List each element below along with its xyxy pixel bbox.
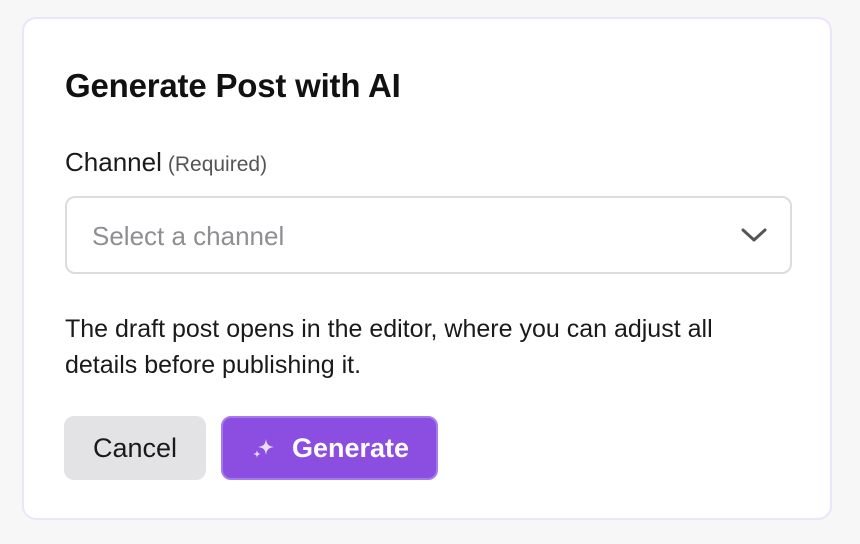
chevron-down-icon — [741, 228, 767, 242]
cancel-button-label: Cancel — [92, 432, 178, 463]
generate-button-label: Generate — [291, 432, 410, 463]
sparkle-icon — [252, 439, 274, 458]
channel-label: Channel — [65, 147, 162, 177]
generate-button[interactable]: Generate — [221, 416, 438, 480]
generate-post-dialog: Generate Post with AI Channel (Required) … — [22, 17, 832, 520]
channel-field-label: Channel (Required) — [65, 147, 267, 178]
channel-select[interactable]: Select a channel — [65, 196, 792, 274]
helper-text: The draft post opens in the editor, wher… — [65, 315, 713, 379]
required-note: (Required) — [167, 153, 268, 176]
cancel-button[interactable]: Cancel — [64, 416, 206, 480]
dialog-title: Generate Post with AI — [65, 67, 401, 104]
channel-select-placeholder: Select a channel — [92, 221, 285, 251]
